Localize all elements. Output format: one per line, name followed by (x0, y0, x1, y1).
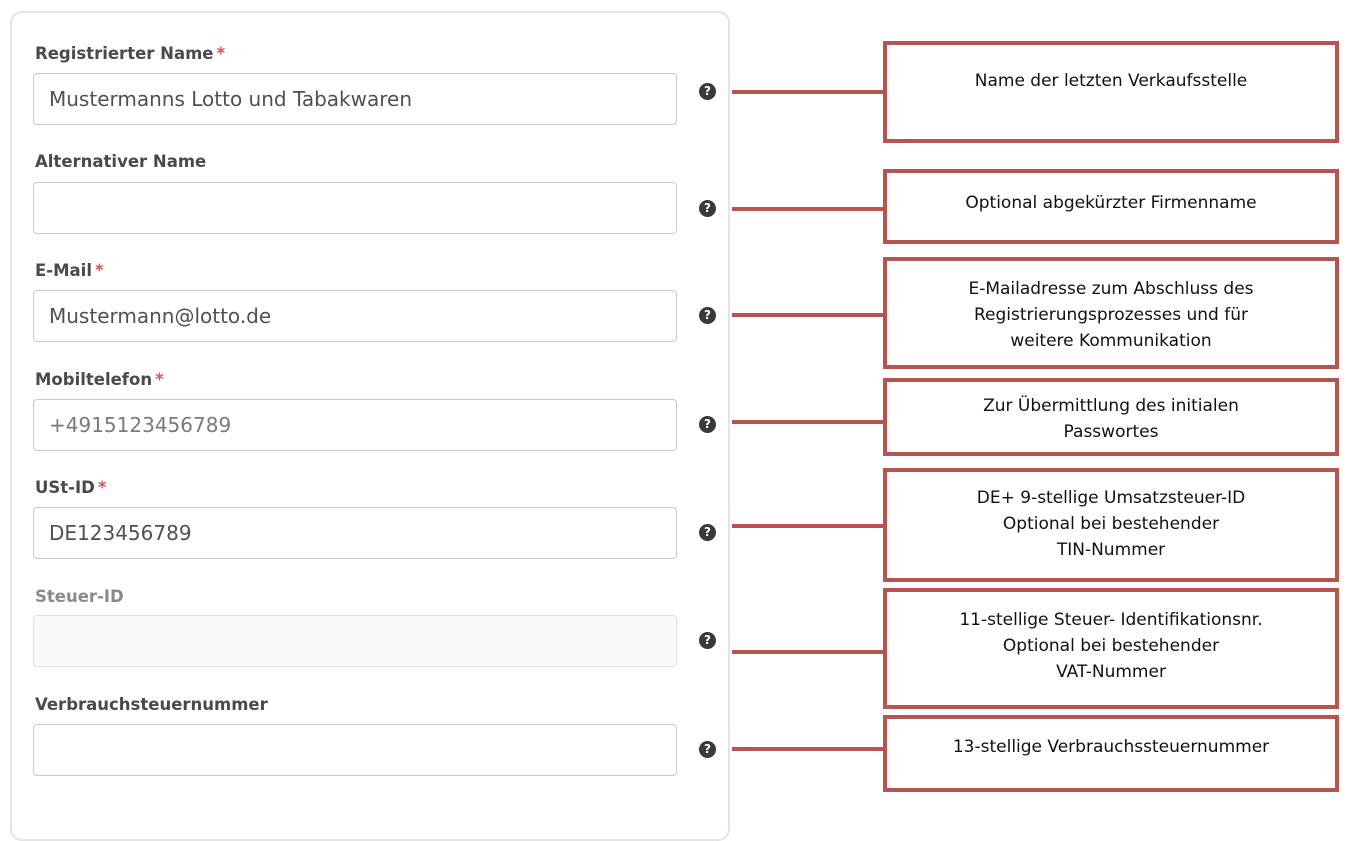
callout-text: VAT-Nummer (1056, 662, 1166, 682)
connector-line (732, 650, 884, 654)
question-circle-icon[interactable]: ? (699, 524, 716, 541)
excise-tax-number-input[interactable] (33, 724, 677, 776)
connector-line (732, 524, 884, 528)
callout-text: TIN-Nummer (1056, 540, 1166, 560)
connector-line (732, 747, 884, 751)
callout-excise-tax-number: 13-stellige Verbrauchssteuernummer (883, 715, 1339, 792)
question-circle-icon[interactable]: ? (699, 416, 716, 433)
registered-name-input[interactable] (33, 73, 677, 125)
registered-name-label: Registrierter Name * (35, 44, 226, 63)
callout-text: 13-stellige Verbrauchssteuernummer (952, 737, 1270, 757)
email-input[interactable] (33, 290, 677, 342)
question-circle-icon[interactable]: ? (699, 632, 716, 649)
callout-text: weitere Kommunikation (1010, 331, 1212, 351)
callout-mobile-phone: Zur Übermittlung des initialen Passworte… (883, 378, 1339, 456)
callout-vat-id: DE+ 9-stellige Umsatzsteuer-ID Optional … (883, 468, 1339, 582)
connector-line (732, 420, 884, 424)
question-circle-icon[interactable]: ? (699, 83, 716, 100)
mobile-phone-input[interactable] (33, 399, 677, 451)
alternative-name-label: Alternativer Name (35, 152, 207, 171)
connector-line (732, 90, 884, 94)
question-circle-icon[interactable]: ? (699, 307, 716, 324)
connector-line (732, 313, 884, 317)
callout-alternative-name: Optional abgekürzter Firmenname (883, 169, 1339, 244)
vat-id-label: USt-ID * (35, 478, 107, 497)
mobile-phone-label: Mobiltelefon * (35, 370, 164, 389)
tax-id-input[interactable] (33, 615, 677, 667)
question-circle-icon[interactable]: ? (699, 741, 716, 758)
alternative-name-input[interactable] (33, 182, 677, 234)
callout-text: Optional abgekürzter Firmenname (965, 193, 1257, 213)
vat-id-input[interactable] (33, 507, 677, 559)
callout-text: Passwortes (1063, 422, 1159, 442)
callout-text: Zur Übermittlung des initialen (983, 396, 1239, 416)
email-label: E-Mail * (35, 261, 104, 280)
tax-id-label: Steuer-ID (35, 587, 124, 606)
callout-text: E-Mailadresse zum Abschluss des (968, 279, 1254, 299)
callout-text: Optional bei bestehender (1002, 514, 1220, 534)
callout-registered-name: Name der letzten Verkaufsstelle (883, 41, 1339, 143)
callout-text: Optional bei bestehender (1002, 636, 1220, 656)
excise-tax-number-label: Verbrauchsteuernummer (35, 695, 268, 714)
callout-text: 11-stellige Steuer- Identifikationsnr. (959, 610, 1263, 630)
callout-tax-id: 11-stellige Steuer- Identifikationsnr. O… (883, 588, 1339, 709)
callout-email: E-Mailadresse zum Abschluss des Registri… (883, 257, 1339, 369)
callout-text: Registrierungsprozesses und für (973, 305, 1249, 325)
connector-line (732, 207, 884, 211)
callout-text: DE+ 9-stellige Umsatzsteuer-ID (976, 488, 1246, 508)
question-circle-icon[interactable]: ? (699, 200, 716, 217)
callout-text: Name der letzten Verkaufsstelle (974, 71, 1248, 91)
